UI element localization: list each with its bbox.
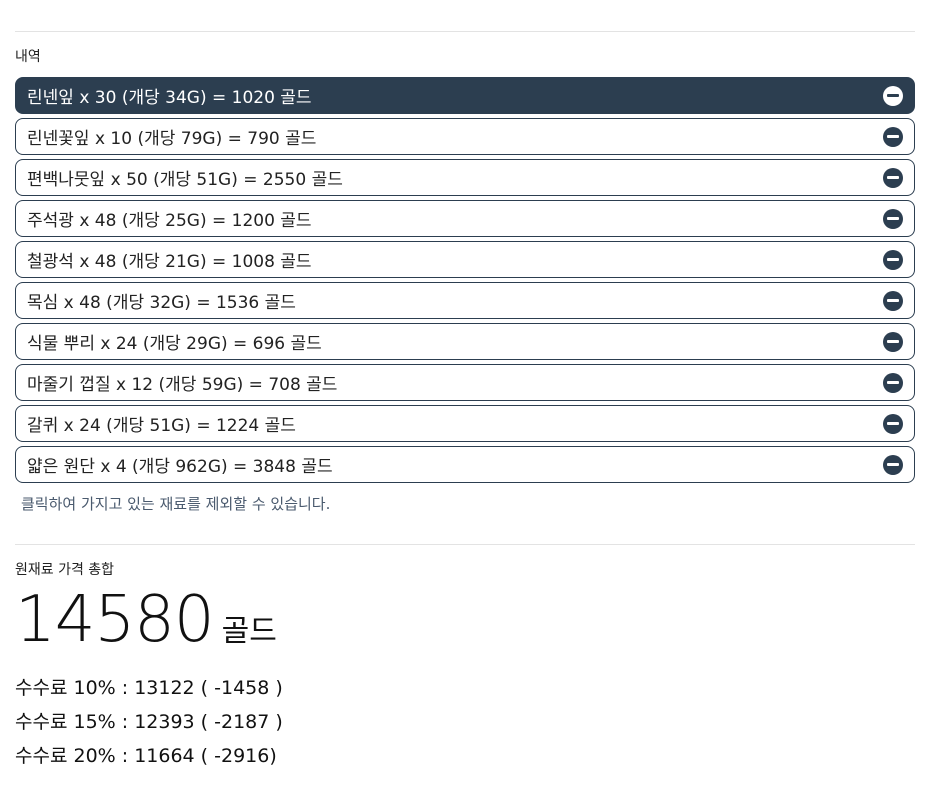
history-item[interactable]: 마줄기 껍질 x 12 (개당 59G) = 708 골드 <box>15 364 915 401</box>
history-item-label: 마줄기 껍질 x 12 (개당 59G) = 708 골드 <box>27 375 338 395</box>
total-label: 원재료 가격 총합 <box>15 562 115 578</box>
minus-circle-icon[interactable] <box>883 331 903 352</box>
history-list: 린넨잎 x 30 (개당 34G) = 1020 골드린넨꽃잎 x 10 (개당… <box>15 77 915 487</box>
fee-20: 수수료 20% : 11664 ( -2916) <box>15 745 277 767</box>
history-item[interactable]: 주석광 x 48 (개당 25G) = 1200 골드 <box>15 200 915 237</box>
minus-circle-icon[interactable] <box>883 290 903 311</box>
history-item-label: 식물 뿌리 x 24 (개당 29G) = 696 골드 <box>27 334 322 354</box>
history-item-label: 철광석 x 48 (개당 21G) = 1008 골드 <box>27 252 312 272</box>
history-item-label: 린넨꽃잎 x 10 (개당 79G) = 790 골드 <box>27 129 317 149</box>
minus-circle-icon[interactable] <box>883 454 903 475</box>
minus-circle-icon[interactable] <box>883 85 903 106</box>
minus-circle-icon[interactable] <box>883 249 903 270</box>
history-item[interactable]: 철광석 x 48 (개당 21G) = 1008 골드 <box>15 241 915 278</box>
total-price: 14580 골드 <box>15 583 277 657</box>
history-label: 내역 <box>15 49 41 65</box>
history-item[interactable]: 린넨꽃잎 x 10 (개당 79G) = 790 골드 <box>15 118 915 155</box>
history-item[interactable]: 갈퀴 x 24 (개당 51G) = 1224 골드 <box>15 405 915 442</box>
history-item[interactable]: 얇은 원단 x 4 (개당 962G) = 3848 골드 <box>15 446 915 483</box>
history-item[interactable]: 린넨잎 x 30 (개당 34G) = 1020 골드 <box>15 77 915 114</box>
history-item-label: 목심 x 48 (개당 32G) = 1536 골드 <box>27 293 296 313</box>
minus-circle-icon[interactable] <box>883 372 903 393</box>
minus-circle-icon[interactable] <box>883 167 903 188</box>
history-item-label: 주석광 x 48 (개당 25G) = 1200 골드 <box>27 211 312 231</box>
history-item[interactable]: 편백나뭇잎 x 50 (개당 51G) = 2550 골드 <box>15 159 915 196</box>
top-divider <box>15 31 915 32</box>
minus-circle-icon[interactable] <box>883 126 903 147</box>
history-item-label: 갈퀴 x 24 (개당 51G) = 1224 골드 <box>27 416 296 436</box>
history-item-label: 얇은 원단 x 4 (개당 962G) = 3848 골드 <box>27 457 333 477</box>
minus-circle-icon[interactable] <box>883 208 903 229</box>
total-unit: 골드 <box>221 614 277 649</box>
fee-10: 수수료 10% : 13122 ( -1458 ) <box>15 677 283 699</box>
minus-circle-icon[interactable] <box>883 413 903 434</box>
middle-divider <box>15 544 915 545</box>
history-item-label: 린넨잎 x 30 (개당 34G) = 1020 골드 <box>27 88 312 108</box>
history-hint: 클릭하여 가지고 있는 재료를 제외할 수 있습니다. <box>21 495 331 513</box>
history-item-label: 편백나뭇잎 x 50 (개당 51G) = 2550 골드 <box>27 170 343 190</box>
fee-15: 수수료 15% : 12393 ( -2187 ) <box>15 711 283 733</box>
history-item[interactable]: 식물 뿌리 x 24 (개당 29G) = 696 골드 <box>15 323 915 360</box>
history-item[interactable]: 목심 x 48 (개당 32G) = 1536 골드 <box>15 282 915 319</box>
total-value: 14580 <box>15 583 215 657</box>
